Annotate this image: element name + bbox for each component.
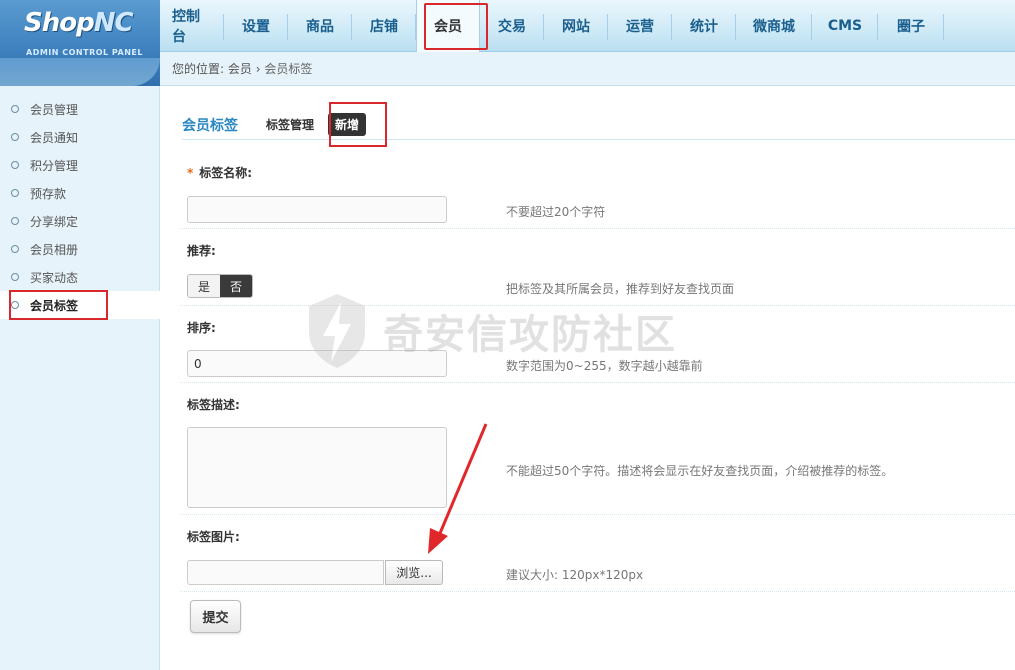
sidebar-item-share-binding[interactable]: 分享绑定 — [0, 207, 159, 235]
image-label: 标签图片: — [187, 530, 240, 544]
description-hint: 不能超过50个字符。描述将会显示在好友查找页面，介绍被推荐的标签。 — [506, 464, 894, 478]
submit-button[interactable]: 提交 — [190, 600, 241, 633]
page-title: 会员标签 — [182, 117, 238, 134]
breadcrumb-section[interactable]: 会员 — [228, 60, 252, 77]
watermark-text: 奇安信攻防社区 — [383, 312, 677, 358]
logo[interactable]: ShopNC ADMIN CONTROL PANEL — [0, 0, 160, 86]
nav-item-store[interactable]: 店铺 — [352, 0, 416, 52]
nav-item-operation[interactable]: 运营 — [608, 0, 672, 52]
highlight-box-nav — [424, 3, 488, 50]
bullet-icon — [11, 105, 19, 113]
sort-label: 排序: — [187, 321, 216, 335]
sidebar-item-label: 会员通知 — [30, 130, 79, 145]
nav-item-website[interactable]: 网站 — [544, 0, 608, 52]
nav-item-goods[interactable]: 商品 — [288, 0, 352, 52]
sidebar-item-member-manage[interactable]: 会员管理 — [0, 95, 159, 123]
highlight-box-sidebar — [9, 290, 108, 320]
sidebar-item-album[interactable]: 会员相册 — [0, 235, 159, 263]
logo-subtitle: ADMIN CONTROL PANEL — [26, 48, 143, 57]
nav-item-settings[interactable]: 设置 — [224, 0, 288, 52]
sidebar-item-label: 会员相册 — [30, 242, 79, 257]
logo-text: ShopNC — [24, 8, 134, 38]
bullet-icon — [11, 245, 19, 253]
logo-wave-decoration — [0, 58, 160, 86]
required-mark: * — [187, 166, 194, 180]
description-label: 标签描述: — [187, 398, 240, 412]
bullet-icon — [11, 161, 19, 169]
tab-bar: 会员标签 标签管理 新增 — [182, 110, 1015, 140]
breadcrumb: 您的位置: 会员 › 会员标签 — [160, 52, 1015, 86]
recommend-toggle: 是 否 — [187, 274, 253, 298]
bullet-icon — [11, 133, 19, 141]
tag-name-hint: 不要超过20个字符 — [506, 205, 606, 219]
divider — [180, 382, 1015, 383]
tab-tag-manage[interactable]: 标签管理 — [266, 116, 314, 133]
sidebar-item-label: 分享绑定 — [30, 214, 79, 229]
browse-button[interactable]: 浏览... — [385, 560, 443, 585]
recommend-yes-option[interactable]: 是 — [188, 275, 220, 297]
divider — [180, 591, 1015, 592]
sidebar-item-label: 买家动态 — [30, 270, 79, 285]
tag-name-input[interactable] — [187, 196, 447, 223]
image-size-hint: 建议大小: 120px*120px — [506, 568, 644, 582]
sidebar-item-member-notify[interactable]: 会员通知 — [0, 123, 159, 151]
watermark-logo-icon — [309, 294, 365, 368]
nav-item-circle[interactable]: 圈子 — [878, 0, 944, 52]
sidebar-item-points[interactable]: 积分管理 — [0, 151, 159, 179]
image-file-path-field[interactable] — [187, 560, 384, 585]
breadcrumb-separator: › — [255, 61, 261, 76]
bullet-icon — [11, 189, 19, 197]
sidebar-item-label: 预存款 — [30, 186, 67, 201]
sidebar-item-buyer-activity[interactable]: 买家动态 — [0, 263, 159, 291]
sidebar: 会员管理 会员通知 积分管理 预存款 分享绑定 会员相册 买家动态 会员标签 — [0, 86, 160, 670]
sidebar-item-deposit[interactable]: 预存款 — [0, 179, 159, 207]
watermark: 奇安信攻防社区 — [305, 292, 677, 370]
breadcrumb-current: 会员标签 — [264, 62, 313, 76]
tag-name-label: * 标签名称: — [187, 166, 253, 180]
bullet-icon — [11, 217, 19, 225]
divider — [180, 514, 1015, 515]
breadcrumb-prefix: 您的位置: — [172, 62, 225, 76]
nav-item-statistics[interactable]: 统计 — [672, 0, 736, 52]
divider — [180, 228, 1015, 229]
nav-item-cms[interactable]: CMS — [812, 0, 878, 52]
recommend-no-option[interactable]: 否 — [220, 275, 252, 297]
recommend-label: 推荐: — [187, 244, 216, 258]
nav-item-dashboard[interactable]: 控制台 — [160, 0, 224, 52]
sidebar-item-label: 积分管理 — [30, 158, 79, 173]
annotation-arrow-icon — [428, 423, 488, 554]
description-textarea[interactable] — [187, 427, 447, 508]
main-nav: 控制台 设置 商品 店铺 会员 交易 网站 运营 统计 微商城 CMS 圈子 — [160, 0, 944, 52]
highlight-box-tab — [329, 102, 387, 147]
nav-item-trade[interactable]: 交易 — [480, 0, 544, 52]
nav-item-microshop[interactable]: 微商城 — [736, 0, 812, 52]
bullet-icon — [11, 273, 19, 281]
sidebar-item-label: 会员管理 — [30, 102, 79, 117]
